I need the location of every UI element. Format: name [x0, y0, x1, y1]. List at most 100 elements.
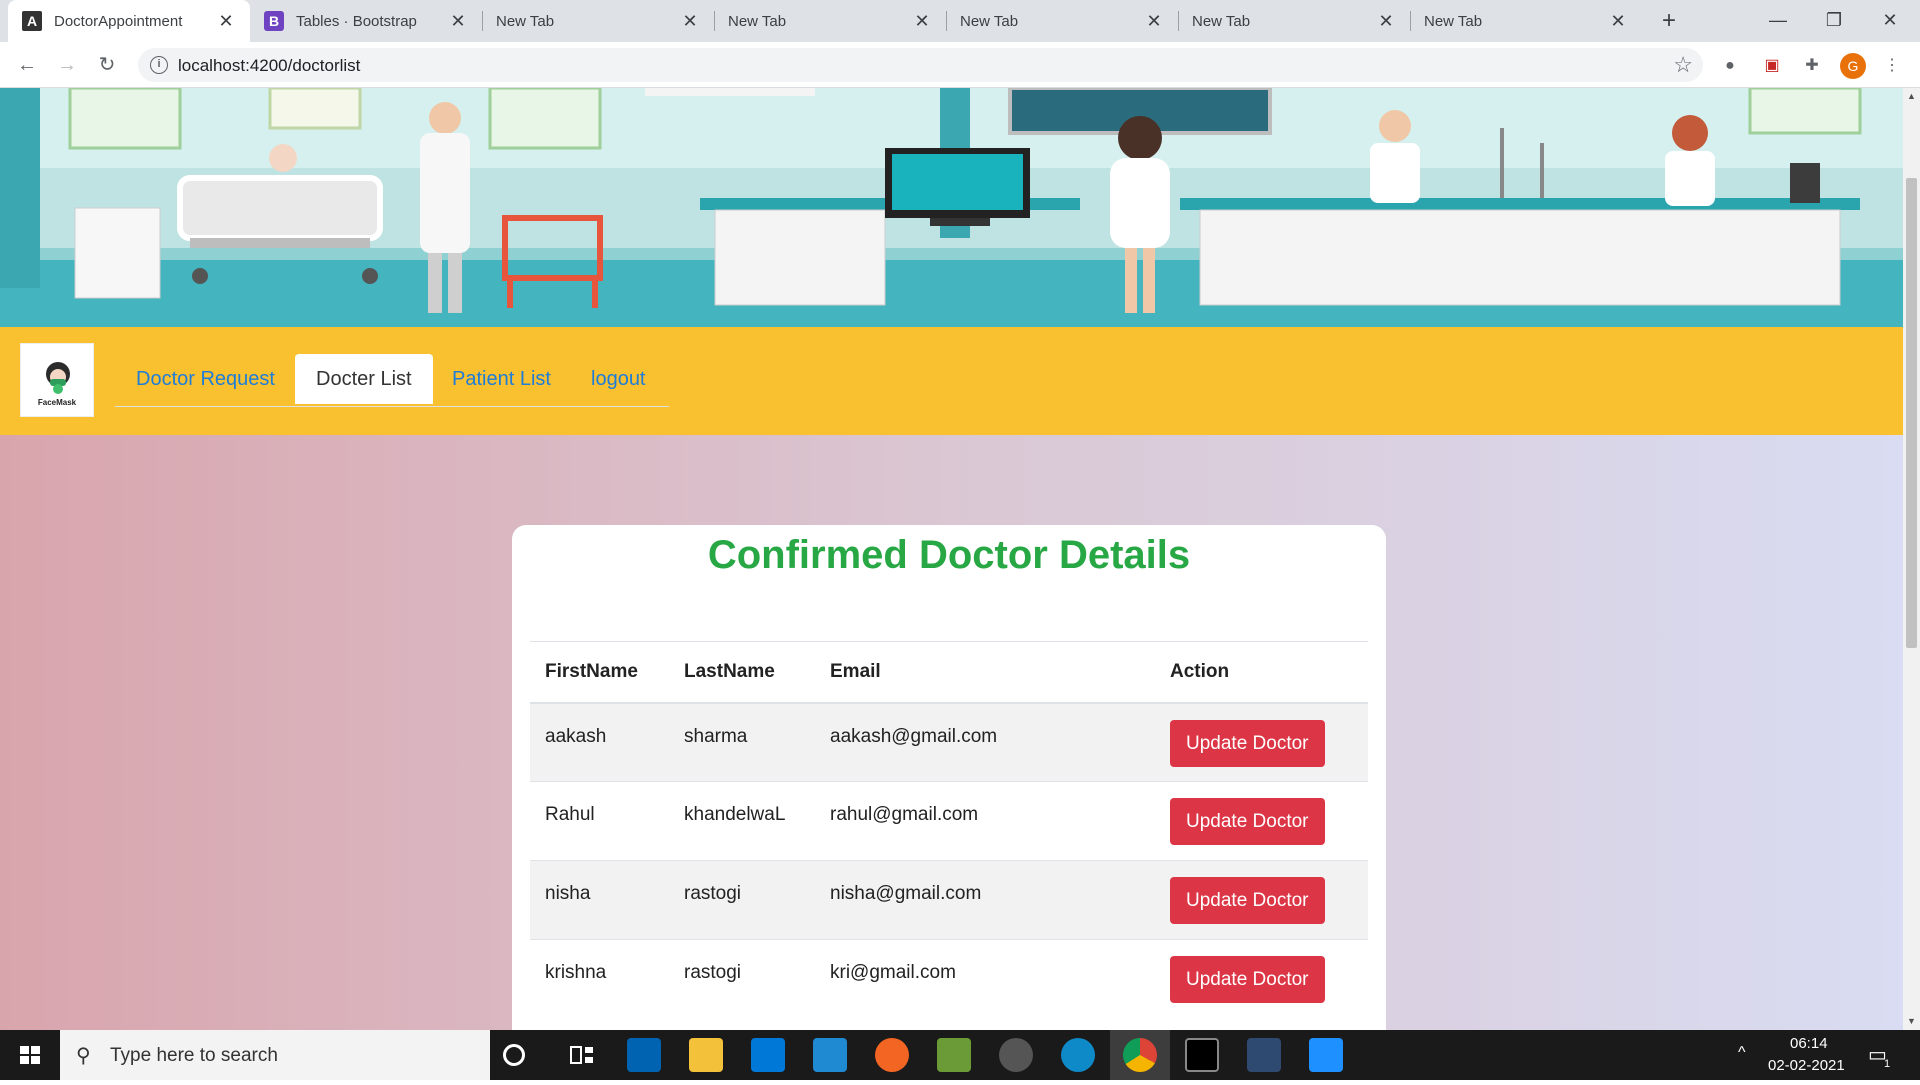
extension-icon[interactable]: ●	[1718, 54, 1742, 78]
hospital-illustration	[0, 88, 1903, 328]
table-row: nisha rastogi nisha@gmail.com Update Doc…	[530, 860, 1368, 940]
url-text[interactable]: localhost:4200/doctorlist	[178, 56, 360, 76]
pocket-extension-icon[interactable]: ▣	[1760, 54, 1784, 78]
postman-icon[interactable]	[875, 1038, 909, 1072]
column-header: Email	[815, 641, 1155, 704]
new-tab-icon[interactable]: +	[1655, 7, 1683, 35]
windows-logo-graphic	[20, 1046, 40, 1064]
doctor-table: FirstName LastName Email Action aakash s…	[530, 641, 1368, 1019]
scroll-up-icon[interactable]: ▲	[1903, 88, 1920, 105]
bookmark-star-icon[interactable]: ☆	[1673, 52, 1693, 78]
tab-doctorappointment[interactable]: A DoctorAppointment ✕	[8, 0, 250, 42]
cell-action: Update Doctor	[1155, 702, 1368, 782]
facemask-logo[interactable]: FaceMask	[20, 343, 94, 417]
url-bar[interactable]: i localhost:4200/doctorlist ☆	[138, 48, 1703, 82]
scroll-down-icon[interactable]: ▼	[1903, 1013, 1920, 1030]
close-icon[interactable]: ✕	[1376, 11, 1396, 32]
taskbar-search-box[interactable]: ⚲ Type here to search	[60, 1030, 490, 1080]
restore-icon[interactable]: ❐	[1806, 0, 1862, 42]
page-scrollbar[interactable]: ▲ ▼	[1903, 88, 1920, 1030]
close-icon[interactable]: ✕	[1144, 11, 1164, 32]
nav-patient-list[interactable]: Patient List	[431, 354, 572, 404]
tab-title: New Tab	[1192, 12, 1251, 30]
close-icon[interactable]: ✕	[216, 11, 236, 32]
close-icon[interactable]: ✕	[680, 11, 700, 32]
table-row: krishna rastogi kri@gmail.com Update Doc…	[530, 939, 1368, 1019]
file-explorer-icon[interactable]	[689, 1038, 723, 1072]
puzzle-extensions-icon[interactable]: ✚	[1800, 54, 1824, 78]
menu-kebab-icon[interactable]: ⋮	[1880, 54, 1904, 78]
update-doctor-button[interactable]: Update Doctor	[1170, 719, 1325, 767]
column-header: FirstName	[530, 641, 669, 704]
update-doctor-button[interactable]: Update Doctor	[1170, 956, 1325, 1003]
close-icon[interactable]: ✕	[1608, 11, 1628, 32]
table-header-row: FirstName LastName Email Action	[530, 641, 1368, 704]
task-view-graphic	[570, 1046, 593, 1064]
nav-tabs: Doctor Request Docter List Patient List …	[115, 354, 669, 407]
edge-icon[interactable]	[1061, 1038, 1095, 1072]
column-header: LastName	[669, 641, 815, 704]
cell-email: aakash@gmail.com	[815, 702, 1155, 782]
nav-doctor-request[interactable]: Doctor Request	[115, 354, 296, 404]
minimize-icon[interactable]: —	[1750, 0, 1806, 42]
cell-firstname: nisha	[530, 860, 669, 940]
tab-new-tab[interactable]: New Tab ✕	[1410, 0, 1642, 42]
windows-taskbar: ⚲ Type here to search ^ 06:14 02-02-2021…	[0, 1030, 1920, 1080]
store-icon[interactable]	[627, 1038, 661, 1072]
window-close-icon[interactable]: ✕	[1862, 0, 1918, 42]
table-row: aakash sharma aakash@gmail.com Update Do…	[530, 702, 1368, 782]
cortana-icon[interactable]	[503, 1044, 525, 1066]
cell-action: Update Doctor	[1155, 939, 1368, 1019]
reload-icon[interactable]: ↻	[92, 50, 122, 80]
profile-avatar[interactable]: G	[1840, 53, 1866, 79]
chrome-icon	[1123, 1038, 1157, 1072]
windows-start-icon[interactable]	[0, 1030, 60, 1080]
scrollbar-thumb[interactable]	[1906, 178, 1917, 648]
back-arrow-icon[interactable]: ←	[12, 50, 42, 80]
search-placeholder[interactable]: Type here to search	[110, 1045, 278, 1067]
tab-new-tab[interactable]: New Tab ✕	[482, 0, 714, 42]
clock-time[interactable]: 06:14	[1790, 1035, 1828, 1052]
cell-email: nisha@gmail.com	[815, 860, 1155, 940]
nav-docter-list[interactable]: Docter List	[295, 354, 433, 404]
cell-action: Update Doctor	[1155, 781, 1368, 861]
tab-new-tab[interactable]: New Tab ✕	[1178, 0, 1410, 42]
hospital-banner-image	[0, 88, 1903, 328]
cell-lastname: rastogi	[669, 860, 815, 940]
card-title: Confirmed Doctor Details	[707, 533, 1191, 577]
app-navbar: FaceMask Doctor Request Docter List Pati…	[0, 327, 1903, 435]
forward-arrow-icon[interactable]: →	[52, 50, 82, 80]
mail-icon[interactable]	[751, 1038, 785, 1072]
vscode-icon[interactable]	[813, 1038, 847, 1072]
site-info-icon[interactable]: i	[150, 56, 168, 74]
tray-chevron-icon[interactable]: ^	[1738, 1044, 1746, 1062]
tab-title: New Tab	[960, 12, 1019, 30]
update-doctor-button[interactable]: Update Doctor	[1170, 877, 1325, 924]
app-icon[interactable]	[1247, 1038, 1281, 1072]
task-view-icon[interactable]	[565, 1038, 599, 1072]
column-header: Action	[1155, 641, 1368, 704]
spreadsheet-app-icon[interactable]	[937, 1038, 971, 1072]
cell-email: rahul@gmail.com	[815, 781, 1155, 861]
close-icon[interactable]: ✕	[448, 11, 468, 32]
search-icon: ⚲	[76, 1045, 91, 1067]
close-icon[interactable]: ✕	[912, 11, 932, 32]
tab-title: DoctorAppointment	[54, 12, 183, 30]
update-doctor-button[interactable]: Update Doctor	[1170, 798, 1325, 845]
photos-icon[interactable]	[1309, 1038, 1343, 1072]
notification-count: 1	[1884, 1058, 1891, 1070]
nav-logout[interactable]: logout	[570, 354, 667, 404]
tab-new-tab[interactable]: New Tab ✕	[946, 0, 1178, 42]
tab-title: Tables · Bootstrap	[296, 12, 417, 30]
terminal-icon[interactable]	[1185, 1038, 1219, 1072]
tab-tables-bootstrap[interactable]: B Tables · Bootstrap ✕	[250, 0, 482, 42]
settings-gear-icon[interactable]	[999, 1038, 1033, 1072]
clock-date[interactable]: 02-02-2021	[1768, 1057, 1845, 1074]
tab-title: New Tab	[496, 12, 555, 30]
tab-new-tab[interactable]: New Tab ✕	[714, 0, 946, 42]
chrome-taskbar-active[interactable]	[1110, 1030, 1170, 1080]
cell-firstname: Rahul	[530, 781, 669, 861]
table-row: Rahul khandelwaL rahul@gmail.com Update …	[530, 781, 1368, 861]
tab-title: New Tab	[728, 12, 787, 30]
facemask-logo-graphic	[46, 362, 70, 394]
